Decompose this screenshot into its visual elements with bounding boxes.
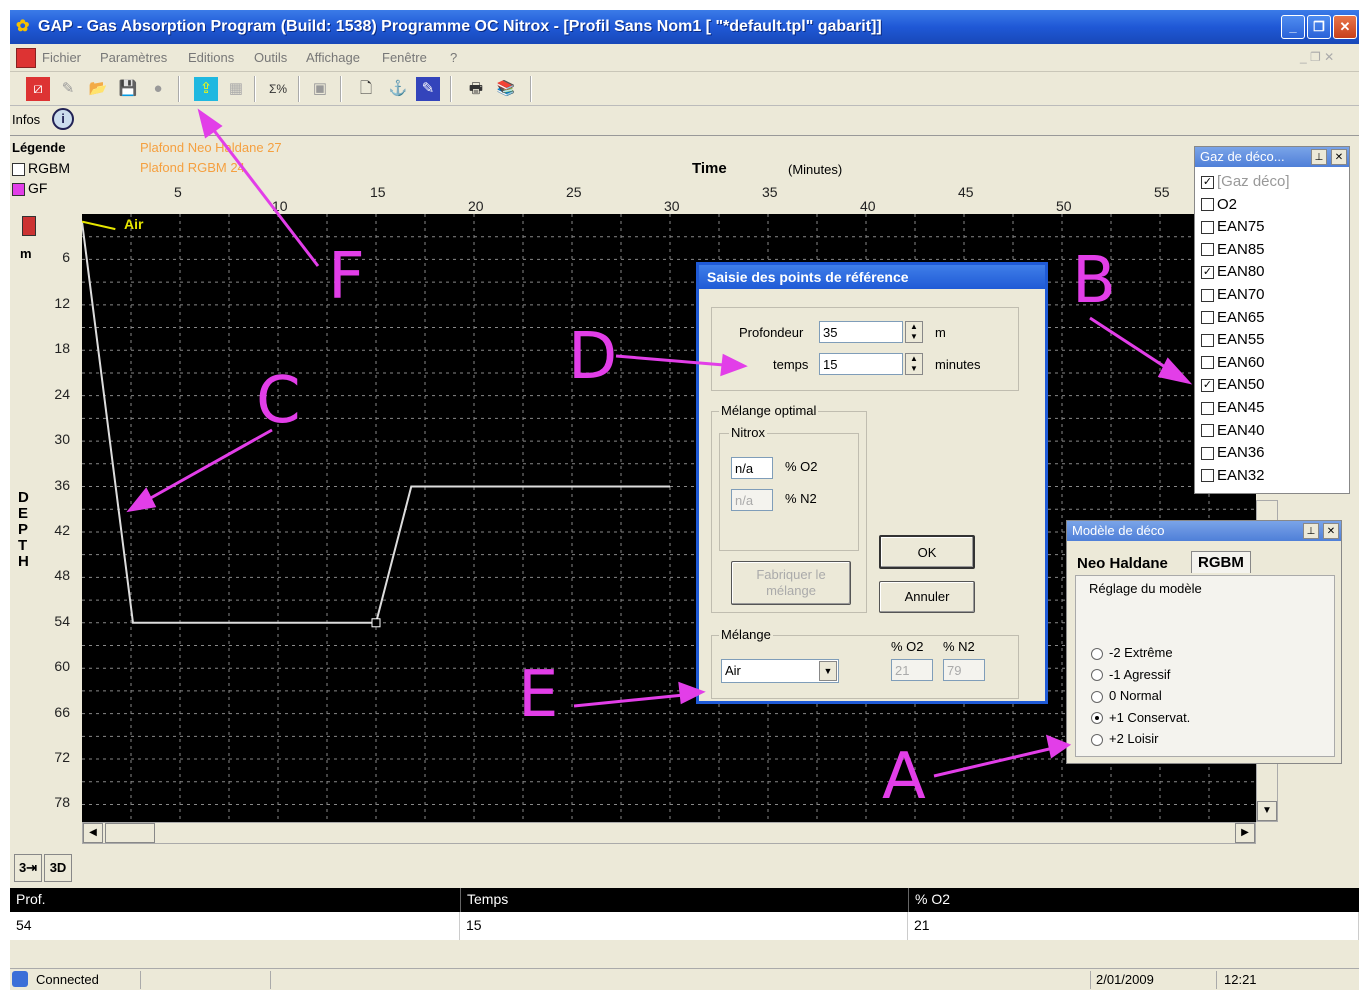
arrow-d bbox=[615, 354, 737, 368]
arrow-c bbox=[139, 428, 273, 506]
arrow-e bbox=[573, 692, 695, 708]
arrow-d-head bbox=[720, 353, 748, 377]
arrow-a bbox=[933, 744, 1063, 778]
annotation-letter-f: F bbox=[328, 240, 365, 314]
annotation-letter-d: D bbox=[568, 320, 618, 394]
annotation-letter-a: A bbox=[882, 740, 926, 814]
arrow-f bbox=[204, 119, 320, 267]
arrow-b-head bbox=[1157, 357, 1193, 385]
arrow-a-head bbox=[1045, 734, 1072, 759]
arrow-c-head bbox=[126, 487, 157, 513]
arrow-e-head bbox=[678, 681, 706, 705]
annotation-arrows bbox=[126, 108, 1193, 778]
annotation-letter-b: B bbox=[1072, 244, 1116, 318]
annotation-letter-c: C bbox=[256, 364, 301, 438]
annotation-letter-e: E bbox=[518, 658, 559, 732]
